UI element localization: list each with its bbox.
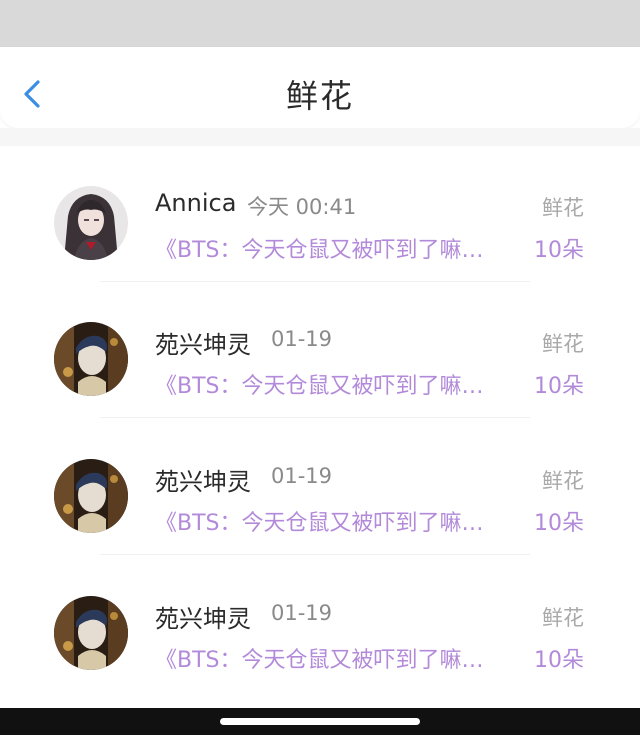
home-indicator-area: [0, 708, 640, 735]
avatar[interactable]: [54, 459, 128, 533]
gift-type-label: 鲜花: [542, 606, 584, 630]
user-name: 苑兴坤灵: [155, 605, 251, 633]
timestamp: 01-19: [271, 464, 333, 488]
timestamp: 01-19: [271, 601, 333, 625]
gift-type-label: 鲜花: [542, 332, 584, 356]
timestamp: 01-19: [271, 327, 333, 351]
user-name: 苑兴坤灵: [155, 468, 251, 496]
avatar[interactable]: [54, 186, 128, 260]
list-item[interactable]: 苑兴坤灵 01-19 鲜花 《BTS：今天仓鼠又被吓到了嘛… 10朵: [0, 419, 640, 555]
user-name: Annica: [155, 189, 237, 217]
dark-ornate-avatar-icon: [54, 322, 128, 396]
dark-ornate-avatar-icon: [54, 596, 128, 670]
status-bar: [0, 0, 640, 47]
nav-header: 鲜花: [0, 47, 640, 128]
timestamp: 今天 00:41: [247, 195, 357, 219]
flower-count: 10朵: [534, 238, 584, 263]
divider: [100, 417, 530, 418]
divider: [100, 554, 530, 555]
flower-count: 10朵: [534, 374, 584, 399]
dark-ornate-avatar-icon: [54, 459, 128, 533]
flower-count: 10朵: [534, 648, 584, 673]
gift-type-label: 鲜花: [542, 196, 584, 220]
book-title-link[interactable]: 《BTS：今天仓鼠又被吓到了嘛…: [155, 368, 515, 400]
home-indicator[interactable]: [220, 718, 420, 725]
gift-type-label: 鲜花: [542, 469, 584, 493]
anime-girl-avatar-icon: [54, 186, 128, 260]
avatar[interactable]: [54, 596, 128, 670]
list-item[interactable]: 苑兴坤灵 01-19 鲜花 《BTS：今天仓鼠又被吓到了嘛… 10朵: [0, 282, 640, 418]
list-item[interactable]: Annica 今天 00:41 鲜花 《BTS：今天仓鼠又被吓到了嘛… 10朵: [0, 146, 640, 282]
book-title-link[interactable]: 《BTS：今天仓鼠又被吓到了嘛…: [155, 505, 515, 537]
book-title-link[interactable]: 《BTS：今天仓鼠又被吓到了嘛…: [155, 232, 515, 264]
book-title-link[interactable]: 《BTS：今天仓鼠又被吓到了嘛…: [155, 642, 515, 674]
header-separator: [0, 128, 640, 146]
list-item[interactable]: 苑兴坤灵 01-19 鲜花 《BTS：今天仓鼠又被吓到了嘛… 10朵: [0, 556, 640, 692]
avatar[interactable]: [54, 322, 128, 396]
user-name: 苑兴坤灵: [155, 331, 251, 359]
flower-count: 10朵: [534, 511, 584, 536]
page-title: 鲜花: [285, 77, 354, 115]
